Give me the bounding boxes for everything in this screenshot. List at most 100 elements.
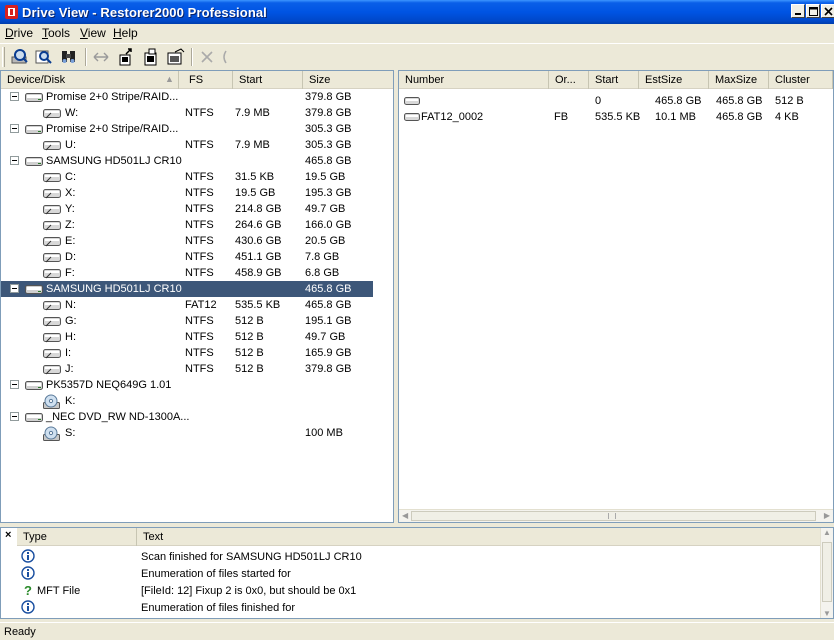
tree-node-disk[interactable]: PK5357D NEQ649G 1.01 <box>1 377 373 393</box>
scan-region-button[interactable] <box>33 47 55 67</box>
tree-node-size: 305.3 GB <box>305 123 352 135</box>
column-or[interactable]: Or... <box>549 71 589 89</box>
minimize-button[interactable] <box>791 4 805 18</box>
collapse-icon[interactable] <box>10 156 19 165</box>
tree-node-disk[interactable]: _NEC DVD_RW ND-1300A... <box>1 409 373 425</box>
column-type[interactable]: Type <box>17 528 137 546</box>
tree-node-volume[interactable]: E: NTFS 430.6 GB 20.5 GB <box>1 233 373 249</box>
tree-node-size: 49.7 GB <box>305 203 346 215</box>
find-button[interactable] <box>58 47 80 67</box>
scroll-down-icon[interactable]: ▼ <box>823 609 831 618</box>
scroll-up-icon[interactable]: ▲ <box>823 528 831 537</box>
tree-node-size: 465.8 GB <box>305 283 352 295</box>
device-tree-pane[interactable]: Device/Disk ▲ FS Start Size Promise 2+0 … <box>0 70 394 523</box>
vertical-scrollbar[interactable]: ▲ ▼ <box>820 528 833 618</box>
tree-node-volume[interactable]: Y: NTFS 214.8 GB 49.7 GB <box>1 201 373 217</box>
log-entry-text: Scan finished for SAMSUNG HD501LJ CR10 <box>141 551 362 563</box>
tree-node-volume[interactable]: J: NTFS 512 B 379.8 GB <box>1 361 373 377</box>
maximize-button[interactable] <box>806 4 820 18</box>
tree-node-size: 165.9 GB <box>305 347 352 359</box>
save-button[interactable] <box>140 47 162 67</box>
collapse-icon[interactable] <box>10 92 19 101</box>
log-entry[interactable]: Scan finished for SAMSUNG HD501LJ CR10 <box>17 548 825 565</box>
menu-help[interactable]: Help <box>113 26 138 40</box>
list-item-number: FAT12_0002 <box>421 111 484 123</box>
partition-list-pane[interactable]: Number Or... Start EstSize MaxSize Clust… <box>398 70 834 523</box>
tree-node-volume[interactable]: U: NTFS 7.9 MB 305.3 GB <box>1 137 373 153</box>
column-number[interactable]: Number <box>399 71 549 89</box>
close-button[interactable] <box>821 4 834 18</box>
collapse-icon[interactable] <box>10 380 19 389</box>
partition-icon <box>43 237 61 247</box>
tree-node-start: 458.9 GB <box>235 267 282 279</box>
hdd-icon <box>25 381 43 390</box>
tree-node-volume[interactable]: I: NTFS 512 B 165.9 GB <box>1 345 373 361</box>
tree-node-label: F: <box>65 267 75 279</box>
tree-node-disk[interactable]: Promise 2+0 Stripe/RAID... 305.3 GB <box>1 121 373 137</box>
partition-icon <box>43 349 61 359</box>
open-button[interactable] <box>115 47 137 67</box>
column-device-disk[interactable]: Device/Disk <box>1 71 179 89</box>
overflow-icon <box>223 50 227 64</box>
tree-node-volume[interactable]: F: NTFS 458.9 GB 6.8 GB <box>1 265 373 281</box>
tree-node-label: PK5357D NEQ649G 1.01 <box>46 379 172 391</box>
scroll-left-icon[interactable]: ◀ <box>402 511 408 520</box>
tree-node-volume[interactable]: C: NTFS 31.5 KB 19.5 GB <box>1 169 373 185</box>
horizontal-scrollbar[interactable]: ◀ ▶ <box>399 509 833 522</box>
tree-node-fs: NTFS <box>185 203 214 215</box>
list-item[interactable]: FAT12_0002 FB 535.5 KB 10.1 MB 465.8 GB … <box>399 109 833 125</box>
tree-node-volume[interactable]: D: NTFS 451.1 GB 7.8 GB <box>1 249 373 265</box>
status-text: Ready <box>4 626 36 638</box>
log-pane[interactable]: × Type Text Scan finished for SAMSUNG HD… <box>0 527 834 619</box>
log-entry[interactable]: Enumeration of files started for <box>17 565 825 582</box>
menu-view[interactable]: View <box>80 26 106 40</box>
tree-node-volume[interactable]: W: NTFS 7.9 MB 379.8 GB <box>1 105 373 121</box>
overflow-button[interactable] <box>218 47 230 67</box>
column-start[interactable]: Start <box>589 71 639 89</box>
partition-icon <box>43 253 61 263</box>
list-item[interactable]: 0 465.8 GB 465.8 GB 512 B <box>399 93 833 109</box>
info-icon <box>21 600 35 617</box>
scroll-right-icon[interactable]: ▶ <box>824 511 830 520</box>
tree-node-volume[interactable]: S: 100 MB <box>1 425 373 441</box>
tree-node-volume[interactable]: Z: NTFS 264.6 GB 166.0 GB <box>1 217 373 233</box>
log-entry[interactable]: Enumeration of files finished for <box>17 599 825 616</box>
partition-icon <box>43 317 61 327</box>
tree-node-disk[interactable]: SAMSUNG HD501LJ CR10 465.8 GB <box>1 153 373 169</box>
tree-node-volume[interactable]: K: <box>1 393 373 409</box>
hdd-icon <box>25 93 43 102</box>
column-maxsize[interactable]: MaxSize <box>709 71 769 89</box>
scroll-thumb[interactable] <box>411 511 816 521</box>
column-start[interactable]: Start <box>233 71 303 89</box>
close-log-icon[interactable]: × <box>5 529 11 541</box>
menu-drive[interactable]: Drive <box>5 26 33 40</box>
tree-node-disk[interactable]: SAMSUNG HD501LJ CR10 465.8 GB <box>1 281 373 297</box>
tree-node-volume[interactable]: G: NTFS 512 B 195.1 GB <box>1 313 373 329</box>
export-button[interactable] <box>165 47 187 67</box>
column-fs[interactable]: FS <box>183 71 233 89</box>
tree-node-disk[interactable]: Promise 2+0 Stripe/RAID... 379.8 GB <box>1 89 373 105</box>
hdd-icon <box>25 285 43 294</box>
tree-node-label: J: <box>65 363 74 375</box>
log-entry[interactable]: ? MFT File [FileId: 12] Fixup 2 is 0x0, bu… <box>17 582 825 599</box>
collapse-icon[interactable] <box>10 284 19 293</box>
column-text[interactable]: Text <box>137 528 825 546</box>
scroll-thumb[interactable] <box>822 542 832 602</box>
tree-node-volume[interactable]: N: FAT12 535.5 KB 465.8 GB <box>1 297 373 313</box>
column-estsize[interactable]: EstSize <box>639 71 709 89</box>
status-bar: Ready <box>0 622 834 640</box>
tree-node-volume[interactable]: H: NTFS 512 B 49.7 GB <box>1 329 373 345</box>
maximize-icon <box>809 7 818 16</box>
compare-button[interactable] <box>90 47 112 67</box>
column-size[interactable]: Size <box>303 71 363 89</box>
menu-tools[interactable]: Tools <box>42 26 70 40</box>
collapse-icon[interactable] <box>10 412 19 421</box>
collapse-icon[interactable] <box>10 124 19 133</box>
toolbar-grip[interactable] <box>2 47 5 67</box>
tree-node-size: 379.8 GB <box>305 363 352 375</box>
column-cluster[interactable]: Cluster <box>769 71 833 89</box>
scan-button[interactable] <box>9 47 31 67</box>
tree-node-volume[interactable]: X: NTFS 19.5 GB 195.3 GB <box>1 185 373 201</box>
delete-button[interactable] <box>196 47 218 67</box>
tree-node-label: S: <box>65 427 76 439</box>
